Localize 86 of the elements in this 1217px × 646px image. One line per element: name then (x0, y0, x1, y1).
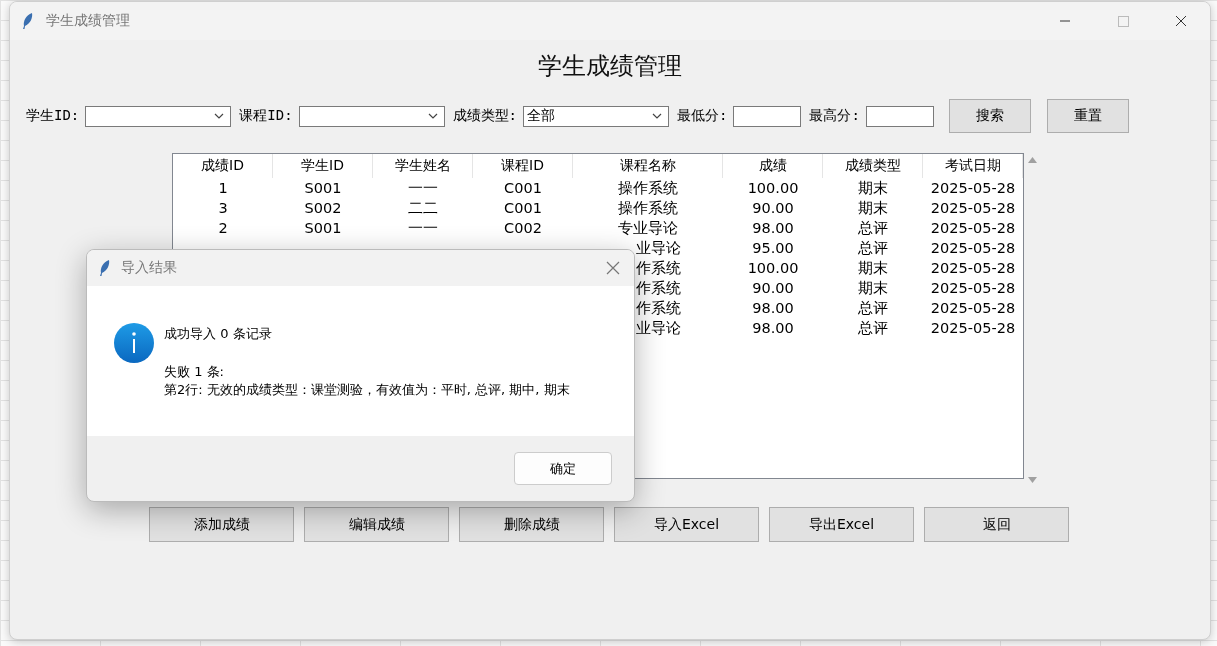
filter-label: 课程ID: (239, 107, 293, 125)
dialog-message: 成功导入 0 条记录 (164, 325, 273, 343)
table-cell: S002 (304, 200, 342, 216)
reset-button[interactable]: 重置 (1046, 99, 1129, 133)
table-cell: 总评 (858, 220, 888, 236)
table-cell: 总评 (858, 320, 888, 336)
table-cell: 作系统 (636, 280, 681, 296)
table-cell: 期末 (858, 180, 888, 196)
column-header[interactable]: 成绩 (723, 154, 823, 178)
table-cell: C001 (504, 200, 542, 216)
caret-icon (214, 113, 225, 119)
table-cell: S001 (304, 180, 342, 196)
table-cell: 业导论 (636, 240, 681, 256)
action-button[interactable]: 返回 (924, 507, 1069, 542)
table-cell: 2025-05-28 (930, 240, 1016, 256)
filter-label: 学生ID: (26, 107, 80, 125)
table-cell: 操作系统 (618, 200, 678, 216)
feather-icon (99, 259, 111, 277)
table-cell: 总评 (858, 300, 888, 316)
column-header[interactable]: 学生ID (273, 154, 373, 178)
column-header[interactable]: 成绩类型 (823, 154, 923, 178)
dialog-title: 导入结果 (121, 259, 178, 277)
scroll-down-icon[interactable] (1028, 477, 1037, 483)
filter-label: 最低分: (677, 107, 728, 125)
column-header[interactable]: 成绩ID (173, 154, 273, 178)
input-field[interactable] (733, 105, 802, 127)
dialog-detail: 失败 1 条: (164, 363, 225, 381)
table-cell: 2025-05-28 (930, 300, 1016, 316)
input-field[interactable] (865, 105, 934, 127)
action-button[interactable]: 删除成绩 (459, 507, 604, 542)
table-cell: 2025-05-28 (930, 320, 1016, 336)
filter-label: 最高分: (809, 107, 860, 125)
table-cell: 2025-05-28 (930, 180, 1016, 196)
table-cell: 一一 (408, 180, 438, 196)
table-cell: 98.00 (752, 220, 794, 236)
table-cell: 期末 (858, 280, 888, 296)
dialog-detail: 第2行: 无效的成绩类型：课堂测验，有效值为：平时, 总评, 期中, 期末 (164, 381, 570, 399)
action-button[interactable]: 导入Excel (614, 507, 759, 542)
column-header[interactable]: 学生姓名 (373, 154, 473, 178)
table-cell: 2025-05-28 (930, 280, 1016, 296)
scroll-up-icon[interactable] (1028, 157, 1037, 163)
table-cell: 98.00 (752, 320, 794, 336)
search-button[interactable]: 搜索 (948, 99, 1031, 133)
table-cell: 100.00 (747, 180, 799, 196)
table-cell: 二二 (408, 200, 438, 216)
action-button[interactable]: 添加成绩 (149, 507, 294, 542)
table-cell: 2025-05-28 (930, 200, 1016, 216)
table-cell: 期末 (858, 260, 888, 276)
table-cell: 1 (218, 180, 228, 196)
table-cell: 2025-05-28 (930, 220, 1016, 236)
table-cell: C001 (504, 180, 542, 196)
info-icon (114, 323, 154, 363)
table-cell: 100.00 (747, 260, 799, 276)
table-cell: 2025-05-28 (930, 260, 1016, 276)
table-cell: 90.00 (752, 200, 794, 216)
column-header[interactable]: 课程ID (473, 154, 573, 178)
table-cell: 操作系统 (618, 180, 678, 196)
table-cell: 作系统 (636, 260, 681, 276)
page-heading: 学生成绩管理 (537, 51, 683, 82)
filter-label: 成绩类型: (452, 107, 518, 125)
table-cell: 业导论 (636, 320, 681, 336)
table-cell: 98.00 (752, 300, 794, 316)
table-cell: 95.00 (752, 240, 794, 256)
combo-box[interactable] (298, 105, 445, 127)
column-header[interactable]: 考试日期 (923, 154, 1023, 178)
table-cell: 总评 (858, 240, 888, 256)
action-button[interactable]: 导出Excel (769, 507, 914, 542)
ok-button[interactable]: 确定 (514, 452, 612, 485)
combo-box[interactable]: 全部 (523, 105, 670, 127)
table-cell: 专业导论 (618, 220, 678, 236)
caret-icon (427, 113, 438, 119)
table-cell: S001 (304, 220, 342, 236)
table-cell: 作系统 (636, 300, 681, 316)
combo-box[interactable] (85, 105, 232, 127)
table-cell: 2 (218, 220, 228, 236)
caret-icon (652, 113, 663, 119)
table-cell: C002 (504, 220, 542, 236)
feather-icon (22, 12, 34, 30)
table-cell: 期末 (858, 200, 888, 216)
window-title: 学生成绩管理 (46, 12, 131, 30)
table-cell: 一一 (408, 220, 438, 236)
action-button[interactable]: 编辑成绩 (304, 507, 449, 542)
table-cell: 90.00 (752, 280, 794, 296)
table-cell: 3 (218, 200, 228, 216)
close-icon[interactable] (606, 261, 620, 275)
column-header[interactable]: 课程名称 (573, 154, 723, 178)
